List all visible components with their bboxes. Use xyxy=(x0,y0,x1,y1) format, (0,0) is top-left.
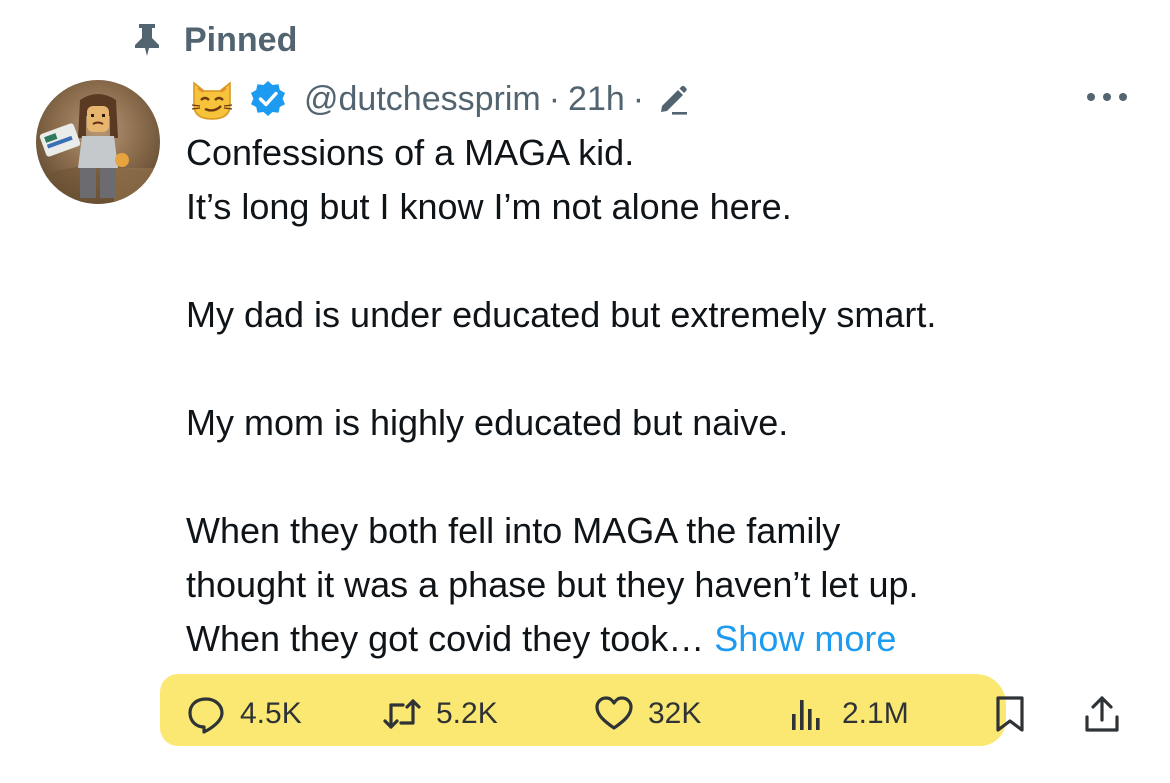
show-more-link[interactable]: Show more xyxy=(714,618,896,659)
separator-dot: · xyxy=(548,79,561,118)
views-chart-icon xyxy=(792,700,820,730)
repost-icon xyxy=(383,699,421,729)
pinned-label: Pinned xyxy=(184,20,298,59)
tweet-line: thought it was a phase but they haven’t … xyxy=(186,564,919,605)
reply-button[interactable]: 4.5K xyxy=(186,684,302,744)
more-options-icon xyxy=(1082,90,1132,109)
share-icon xyxy=(1085,696,1119,732)
bookmark-button[interactable] xyxy=(990,684,1030,744)
avatar[interactable] xyxy=(36,80,160,204)
tweet-actions-bar: 4.5K 5.2K 32K 2.1M xyxy=(186,684,1146,744)
tweet-last-line: When they got covid they took… Show more xyxy=(186,612,1146,666)
views-button[interactable]: 2.1M xyxy=(788,684,909,744)
separator-dot-2: · xyxy=(632,79,645,118)
pin-icon xyxy=(130,22,164,58)
tweet-line: My dad is under educated but extremely s… xyxy=(186,294,937,335)
heart-icon xyxy=(595,696,633,730)
reply-count: 4.5K xyxy=(240,697,302,730)
more-options-button[interactable] xyxy=(1082,82,1132,116)
author-handle[interactable]: @dutchessprim xyxy=(304,80,541,119)
tweet-header: @dutchessprim · 21h · xyxy=(188,74,690,124)
tweet-line: When they both fell into MAGA the family xyxy=(186,510,841,551)
tweet-line: Confessions of a MAGA kid. xyxy=(186,132,635,173)
post-time[interactable]: 21h xyxy=(568,80,625,119)
verified-badge-icon xyxy=(248,79,288,119)
tweet-body: Confessions of a MAGA kid. It’s long but… xyxy=(186,126,1146,666)
repost-button[interactable]: 5.2K xyxy=(382,684,498,744)
tweet-line: It’s long but I know I’m not alone here. xyxy=(186,186,792,227)
tweet-line: My mom is highly educated but naive. xyxy=(186,402,789,443)
repost-count: 5.2K xyxy=(436,697,498,730)
bookmark-icon xyxy=(996,696,1024,732)
tweet-truncated-text: When they got covid they took… xyxy=(186,618,705,659)
like-count: 32K xyxy=(648,697,702,730)
share-button[interactable] xyxy=(1082,684,1122,744)
views-count: 2.1M xyxy=(842,697,909,730)
reply-icon xyxy=(188,697,224,734)
edit-pencil-icon[interactable] xyxy=(656,82,690,116)
pinned-indicator: Pinned xyxy=(130,18,297,62)
like-button[interactable]: 32K xyxy=(594,684,701,744)
cat-smirk-emoji-icon xyxy=(188,75,236,123)
